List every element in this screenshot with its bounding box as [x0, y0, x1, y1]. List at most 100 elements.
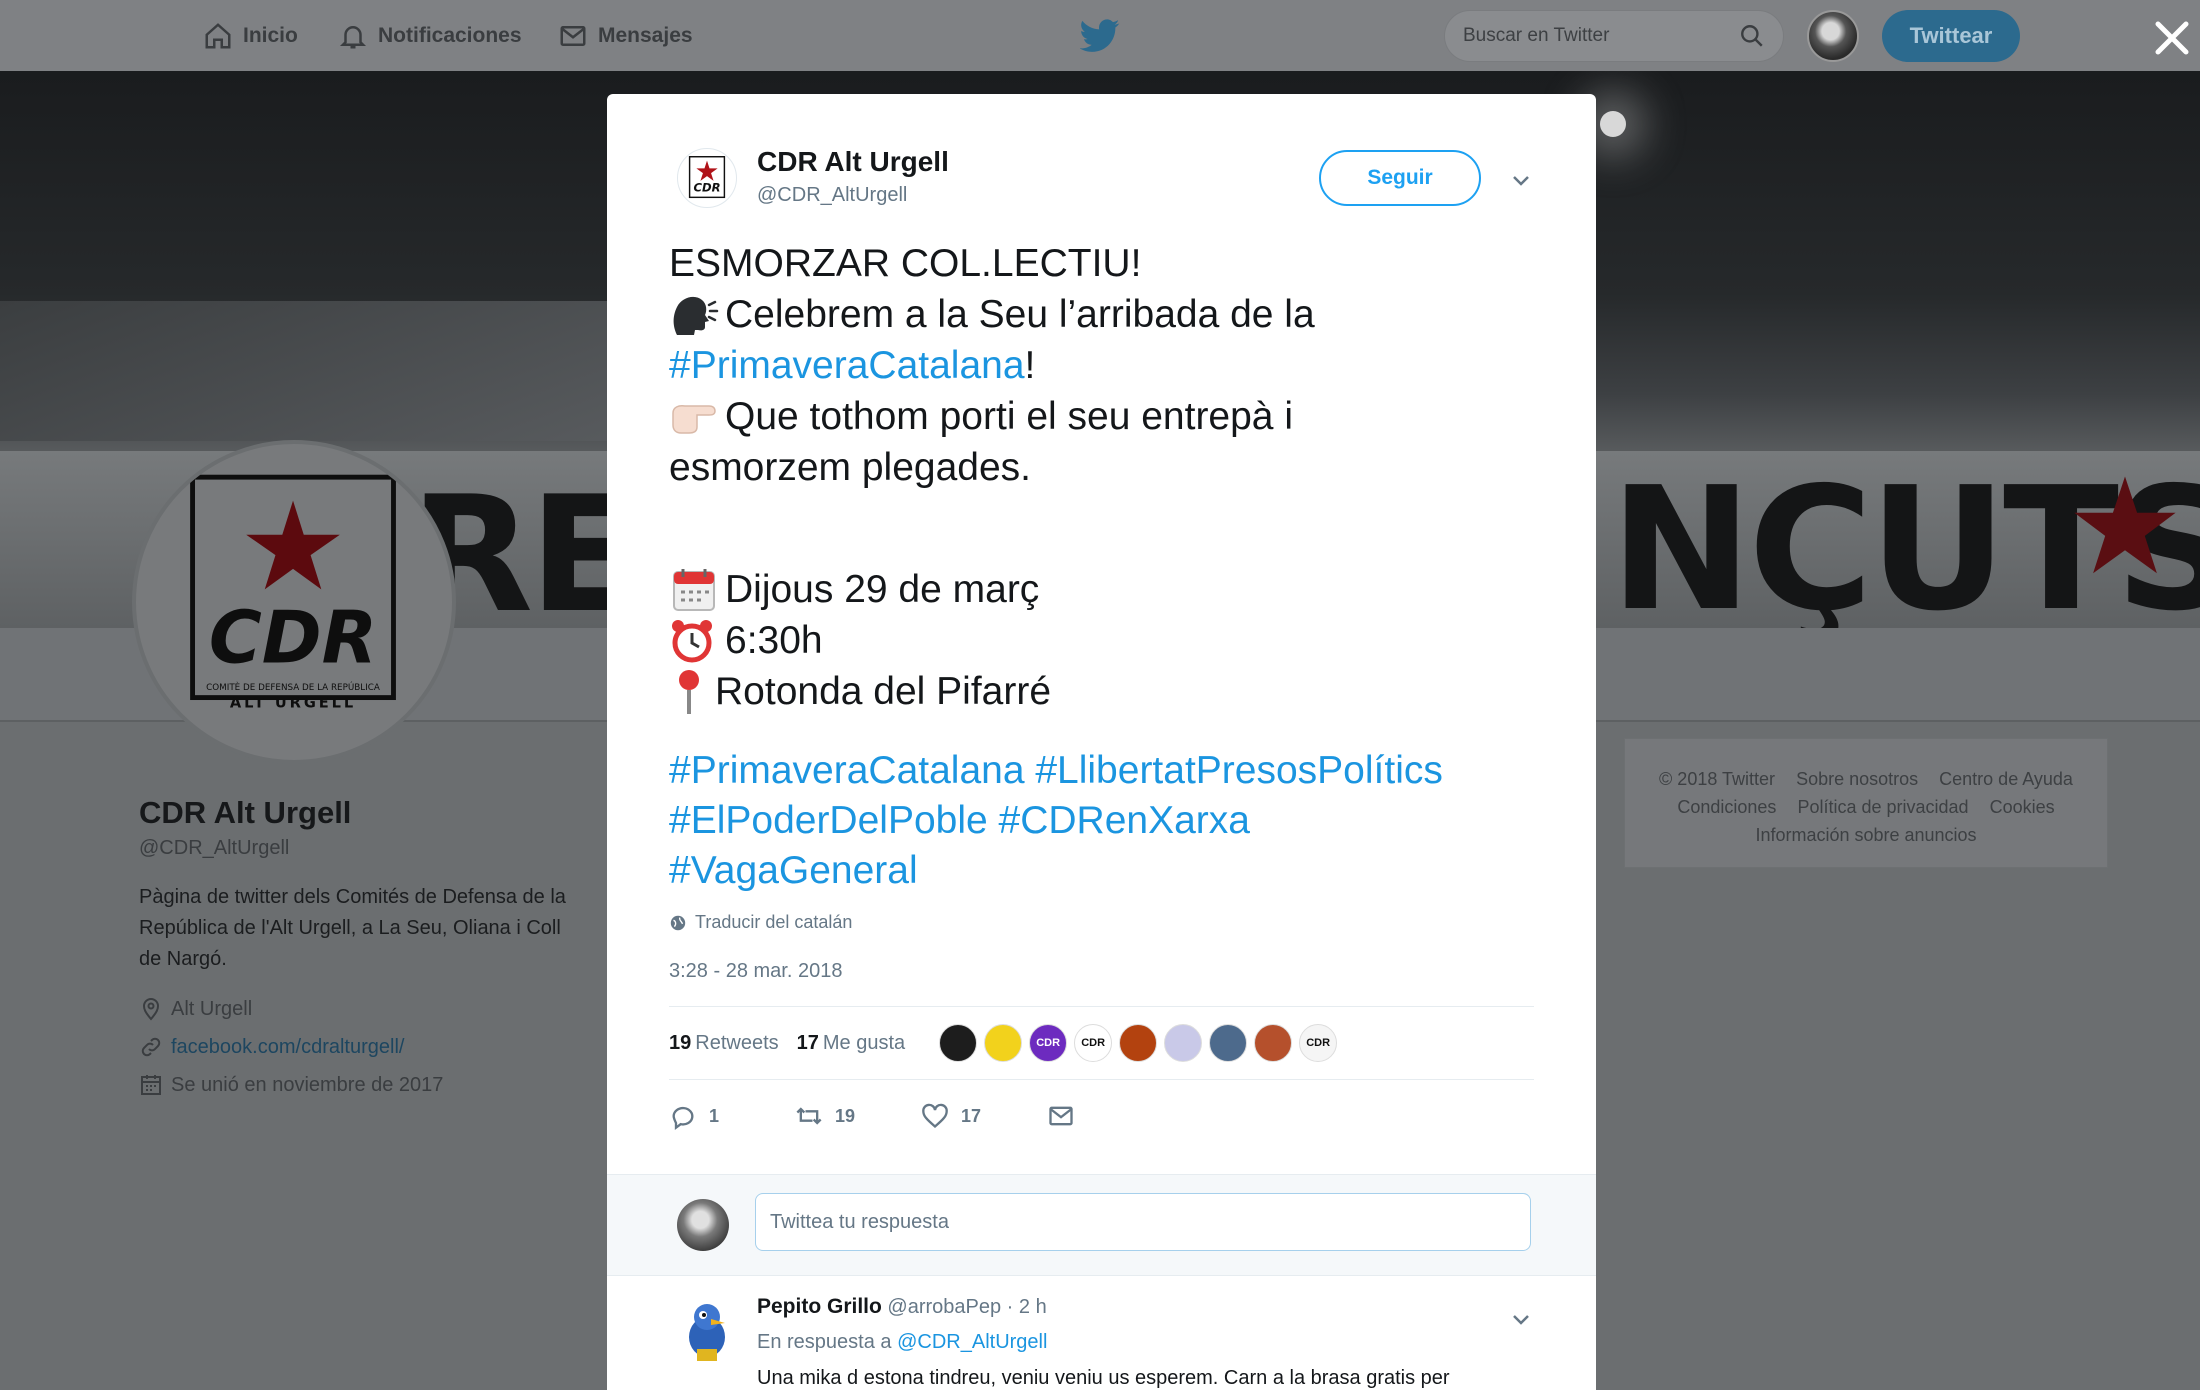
building-avatar[interactable] [1209, 1024, 1248, 1062]
profile-info: CDR Alt Urgell @CDR_AltUrgell Pàgina de … [139, 795, 579, 1097]
profile-location: Alt Urgell [139, 997, 579, 1021]
reply-context-handle[interactable]: @CDR_AltUrgell [897, 1331, 1047, 1353]
translate-label: Traducir del catalán [695, 912, 853, 932]
footer-link-cookies[interactable]: Cookies [1990, 797, 2055, 817]
profile-handle[interactable]: @CDR_AltUrgell [139, 837, 579, 860]
dark-avatar[interactable] [939, 1024, 978, 1062]
tweet-place-text: Rotonda del Pifarré [715, 670, 1052, 713]
footer-row-1: © 2018 Twitter Sobre nosotros Centro de … [1625, 765, 2107, 793]
reply-action[interactable]: 1 [669, 1102, 795, 1130]
like-action[interactable]: 17 [921, 1102, 1047, 1130]
reply-context: En respuesta a @CDR_AltUrgell [757, 1331, 1047, 1354]
monkey-avatar[interactable] [1254, 1024, 1293, 1062]
flag-avatar[interactable] [1164, 1024, 1203, 1062]
reply-author-name[interactable]: Pepito Grillo [757, 1295, 882, 1318]
profile-bio: Pàgina de twitter dels Comités de Defens… [139, 886, 566, 970]
tweet-button[interactable]: Twittear [1882, 10, 2020, 62]
reply-age[interactable]: · 2 h [1007, 1296, 1047, 1318]
tweet-line-3-rest: ! [1024, 344, 1036, 387]
speaking-head-icon [673, 296, 719, 335]
retweet-icon [796, 1107, 822, 1125]
nav-messages[interactable]: Mensajes [558, 0, 693, 71]
profile-joined-text: Se unió en noviembre de 2017 [171, 1073, 444, 1096]
profile-website: facebook.com/cdralturgell/ [139, 1035, 579, 1059]
like-stat-label: Me gusta [822, 1031, 906, 1054]
search-input[interactable]: Buscar en Twitter [1444, 10, 1784, 62]
reply-tweet[interactable]: Pepito Grillo @arrobaPep · 2 h En respue… [607, 1277, 1596, 1390]
reply-icon [672, 1106, 694, 1130]
pointing-hand-icon [672, 404, 716, 434]
nav-notifications[interactable]: Notificaciones [338, 0, 522, 71]
cdr-logo-avatar[interactable]: CDR [1299, 1024, 1338, 1062]
footer-copyright: © 2018 Twitter [1659, 769, 1776, 789]
tweet-line-2-text: Celebrem a la Seu l’arribada de la [725, 293, 1315, 336]
tweet-author-name[interactable]: CDR Alt Urgell [757, 146, 949, 178]
nav-home-label: Inicio [243, 23, 298, 47]
footer-link-help[interactable]: Centro de Ayuda [1939, 769, 2073, 789]
reply-context-prefix: En respuesta a [757, 1331, 892, 1353]
reply-author-line: Pepito Grillo @arrobaPep · 2 h [757, 1295, 1047, 1319]
cover-street-lamp [1600, 111, 1626, 137]
reply-input[interactable]: Twittea tu respuesta [755, 1193, 1531, 1251]
star-icon [2074, 476, 2176, 574]
profile-avatar[interactable]: CDR COMITÈ DE DEFENSA DE LA REPÚBLICA AL… [132, 440, 456, 764]
profile-name[interactable]: CDR Alt Urgell [139, 795, 579, 831]
footer-links: © 2018 Twitter Sobre nosotros Centro de … [1624, 738, 2108, 868]
cdr-bw-avatar[interactable]: CDR [1074, 1024, 1113, 1062]
tweet-timestamp[interactable]: 3:28 - 28 mar. 2018 [669, 960, 842, 983]
cdr-logo-region: ALT URGELL [230, 694, 356, 711]
nav-home[interactable]: Inicio [203, 0, 298, 71]
footer-link-terms[interactable]: Condiciones [1677, 797, 1776, 817]
search-icon[interactable] [1739, 23, 1765, 49]
chevron-down-icon[interactable] [1509, 168, 1533, 192]
home-icon [205, 22, 231, 48]
translate-link[interactable]: Traducir del catalán [669, 912, 852, 933]
user-avatar[interactable] [1807, 10, 1859, 62]
nav-notifications-label: Notificaciones [378, 23, 522, 47]
hashtag-line-3[interactable]: #VagaGeneral [669, 846, 1549, 896]
cdr-logo-subtitle: COMITÈ DE DEFENSA DE LA REPÚBLICA [206, 681, 380, 693]
top-navigation-bar: Inicio Notificaciones Mensajes Buscar en… [0, 0, 2200, 71]
search-placeholder: Buscar en Twitter [1463, 25, 1610, 46]
footer-link-about[interactable]: Sobre nosotros [1796, 769, 1918, 789]
footer-link-privacy[interactable]: Política de privacidad [1797, 797, 1968, 817]
reply-author-avatar[interactable] [677, 1297, 737, 1365]
orange-avatar[interactable] [1119, 1024, 1158, 1062]
tweet-line-2: Celebrem a la Seu l’arribada de la [669, 289, 1549, 340]
reply-user-avatar [677, 1199, 729, 1251]
footer-link-ads-info[interactable]: Información sobre anuncios [1755, 825, 1976, 845]
tweet-date-text: Dijous 29 de març [725, 568, 1040, 611]
cover-awning [0, 301, 700, 441]
cdr-logo-small-text: CDR [693, 181, 720, 195]
reply-author-handle[interactable]: @arrobaPep [887, 1296, 1001, 1318]
cdr-logo-text: CDR [209, 596, 377, 680]
retweet-stat[interactable]: 19 Retweets [669, 1032, 779, 1055]
reply-count: 1 [709, 1105, 720, 1126]
hashtag-line-2[interactable]: #ElPoderDelPoble #CDRenXarxa [669, 796, 1549, 846]
retweet-action[interactable]: 19 [795, 1102, 921, 1130]
heart-icon [922, 1103, 948, 1129]
retweet-count: 19 [835, 1105, 856, 1126]
chevron-down-icon[interactable] [1509, 1307, 1533, 1331]
twitter-bird-icon[interactable] [1080, 19, 1120, 53]
purple-cdr-avatar[interactable]: CDR [1029, 1024, 1068, 1062]
tweet-actions: 1 19 17 [669, 1096, 1269, 1136]
tweet-date-line: Dijous 29 de març [669, 564, 1549, 615]
hashtag-line-1[interactable]: #PrimaveraCatalana #LlibertatPresosPolít… [669, 746, 1549, 796]
profile-joined: Se unió en noviembre de 2017 [139, 1073, 579, 1097]
tweet-author-avatar[interactable]: CDR [677, 148, 737, 208]
retweet-stat-count: 19 [669, 1031, 692, 1054]
hashtag-link[interactable]: #PrimaveraCatalana [669, 340, 1025, 391]
reply-composer: Twittea tu respuesta [607, 1174, 1596, 1276]
reply-text: Una mika d estona tindreu, veniu veniu u… [757, 1367, 1450, 1389]
tweet-author-handle[interactable]: @CDR_AltUrgell [757, 184, 907, 207]
yellow-avatar[interactable] [984, 1024, 1023, 1062]
direct-message-action[interactable] [1047, 1102, 1075, 1130]
profile-website-link[interactable]: facebook.com/cdralturgell/ [171, 1036, 404, 1059]
follow-button[interactable]: Seguir [1319, 150, 1481, 206]
like-count: 17 [961, 1105, 982, 1126]
like-stat[interactable]: 17 Me gusta [797, 1032, 906, 1055]
close-icon[interactable] [2152, 18, 2192, 58]
tweet-line-4: Que tothom porti el seu entrepà i [669, 391, 1549, 442]
